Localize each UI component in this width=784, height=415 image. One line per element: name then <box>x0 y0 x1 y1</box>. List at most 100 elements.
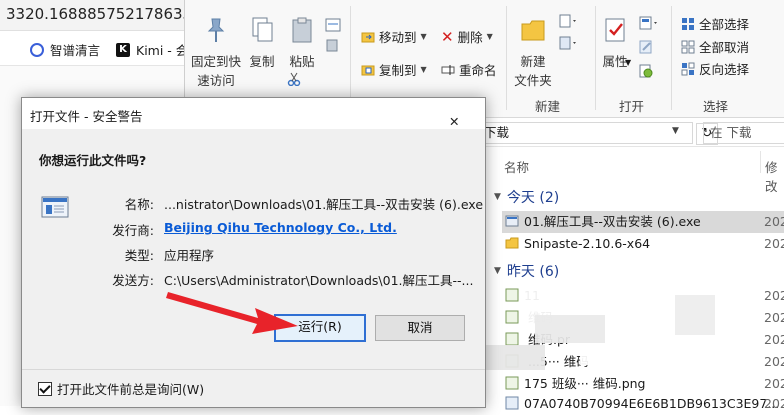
folder-icon <box>505 237 519 249</box>
pin-label-line1: 固定到快 <box>190 54 241 69</box>
address-bar[interactable]: 下载 <box>482 122 693 144</box>
file-date: 202 <box>764 236 784 251</box>
copy-button[interactable]: 复制 <box>245 16 279 70</box>
copy-to-button[interactable]: 复制到 ▼ <box>361 60 427 79</box>
cancel-button[interactable]: 取消 <box>375 315 465 341</box>
dialog-body: 你想运行此文件吗? 名称: ...nistrator\Downloads\01.… <box>22 129 485 407</box>
ribbon-separator <box>350 6 351 110</box>
select-none-label: 全部取消 <box>699 40 750 55</box>
privacy-mosaic <box>475 275 725 405</box>
new-folder-button[interactable]: 新建 文件夹 <box>511 16 555 89</box>
select-all-button[interactable]: 全部选择 <box>681 14 749 33</box>
paste-shortcut-icon[interactable] <box>325 38 339 52</box>
history-icon[interactable] <box>639 64 653 78</box>
invert-selection-icon <box>681 62 695 75</box>
copy-path-icon[interactable] <box>325 18 341 32</box>
dialog-title: 打开文件 - 安全警告 <box>30 109 143 124</box>
file-row[interactable]: Snipaste-2.10.6-x64 202 <box>502 233 784 255</box>
file-date: 202 <box>764 288 784 303</box>
select-none-button[interactable]: 全部取消 <box>681 37 749 56</box>
file-date: 202 <box>764 214 784 229</box>
always-ask-option[interactable]: 打开此文件前总是询问(W) <box>38 379 204 398</box>
group-label: 今天 (2) <box>506 190 560 206</box>
file-name: Snipaste-2.10.6-x64 <box>524 236 651 251</box>
file-date: 202 <box>764 332 784 347</box>
bookmark-label: Kimi - 会 <box>136 43 189 58</box>
always-ask-checkbox[interactable] <box>38 381 52 396</box>
paste-button[interactable]: 粘贴 <box>285 16 319 70</box>
chevron-down-icon[interactable]: ▼ <box>672 126 679 136</box>
edit-icon[interactable] <box>639 40 653 54</box>
security-warning-dialog: 打开文件 - 安全警告 ✕ 你想运行此文件吗? 名称: ...nistrator… <box>21 97 486 408</box>
file-date: 202 <box>764 376 784 391</box>
group-label-open: 打开 <box>619 99 645 114</box>
easy-access-icon[interactable] <box>559 36 579 50</box>
search-input[interactable]: 在 下载 <box>703 122 784 144</box>
delete-button[interactable]: ✕ 删除 ▼ <box>441 27 493 46</box>
type-value: 应用程序 <box>164 248 215 263</box>
bookmark-label: 智谱清言 <box>50 43 101 58</box>
pin-quick-access-button[interactable]: 固定到快 速访问 <box>189 16 243 89</box>
new-item-icon[interactable] <box>559 14 579 28</box>
file-row[interactable]: 01.解压工具--双击安装 (6).exe 202 <box>502 211 784 233</box>
invert-selection-label: 反向选择 <box>699 62 750 77</box>
paste-label: 粘贴 <box>289 54 315 69</box>
kimi-icon: K <box>116 42 130 57</box>
move-to-button[interactable]: 移动到 ▼ <box>361 27 427 46</box>
column-header-name[interactable]: 名称 <box>504 157 529 176</box>
select-none-icon <box>681 40 695 53</box>
file-name: 01.解压工具--双击安装 (6).exe <box>524 214 701 229</box>
publisher-link[interactable]: Beijing Qihu Technology Co., Ltd. <box>164 220 397 235</box>
always-ask-label: 打开此文件前总是询问(W) <box>57 382 205 397</box>
move-folder-icon <box>361 32 375 42</box>
file-date: 202 <box>764 396 784 411</box>
file-date: 202 <box>764 310 784 325</box>
copy-folder-icon <box>361 65 375 75</box>
delete-label: 删除 <box>457 30 483 45</box>
select-all-icon <box>682 17 694 30</box>
browser-tab[interactable]: 3320.1688857521786352_f <box>0 0 214 31</box>
ribbon-separator <box>595 6 596 110</box>
chevron-down-icon: ▼ <box>420 65 427 74</box>
column-separator[interactable] <box>760 151 761 173</box>
dialog-titlebar[interactable]: 打开文件 - 安全警告 ✕ <box>22 98 485 129</box>
type-label: 类型: <box>124 248 154 263</box>
name-value: ...nistrator\Downloads\01.解压工具--双击安装 (6)… <box>164 197 484 212</box>
ribbon-separator <box>671 6 672 110</box>
dialog-separator <box>22 369 485 370</box>
chevron-down-icon: ▼ <box>494 192 501 202</box>
run-button[interactable]: 运行(R) <box>274 314 366 342</box>
invert-selection-button[interactable]: 反向选择 <box>681 59 749 78</box>
bookmarks-bar: 智谱清言 K Kimi - 会 <box>0 31 188 66</box>
from-label: 发送方: <box>112 273 154 288</box>
cut-icon[interactable] <box>287 72 301 86</box>
copy-label: 复制 <box>249 54 275 69</box>
file-date: 202 <box>764 354 784 369</box>
address-text: 下载 <box>484 125 510 140</box>
bookmark-kimi[interactable]: K Kimi - 会 <box>116 40 188 59</box>
column-header-modified[interactable]: 修改 <box>765 157 784 195</box>
copy-icon <box>252 17 273 42</box>
bookmark-zhipu[interactable]: 智谱清言 <box>30 40 100 59</box>
rename-button[interactable]: 重命名 <box>441 60 497 79</box>
properties-icon <box>605 18 625 42</box>
open-icon[interactable] <box>639 16 661 30</box>
group-header-today[interactable]: ▼ 今天 (2) <box>494 187 559 207</box>
folder-icon <box>521 20 545 41</box>
explorer-address-row: 下载 ▼ ↻ 在 下载 <box>482 118 784 147</box>
pin-icon <box>207 18 225 42</box>
ribbon-separator <box>506 6 507 110</box>
rename-icon <box>441 64 455 75</box>
publisher-label: 发行商: <box>112 223 154 238</box>
copy-to-label: 复制到 <box>379 63 417 78</box>
pin-label-line2: 速访问 <box>197 73 235 88</box>
chevron-down-icon: ▼ <box>486 32 493 41</box>
dialog-question: 你想运行此文件吗? <box>39 153 147 168</box>
search-placeholder: 在 下载 <box>710 125 752 140</box>
select-all-label: 全部选择 <box>699 17 750 32</box>
rename-label: 重命名 <box>459 63 497 78</box>
exe-file-icon <box>505 215 519 227</box>
zhipu-icon <box>30 42 44 57</box>
from-value: C:\Users\Administrator\Downloads\01.解压工具… <box>164 273 474 288</box>
close-button[interactable]: ✕ <box>441 98 485 129</box>
